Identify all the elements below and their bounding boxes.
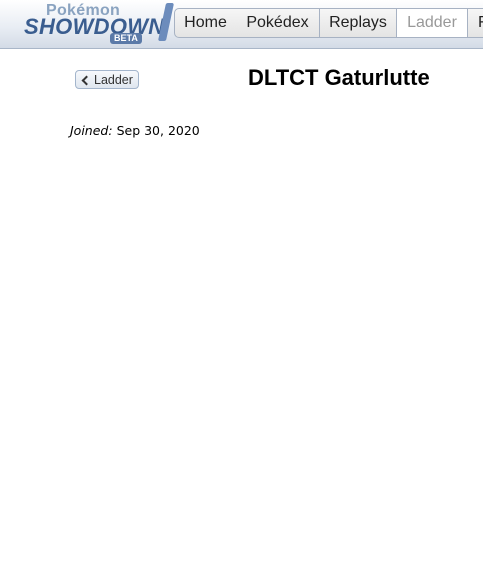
joined-label: Joined: (70, 123, 113, 138)
nav-tab-forum[interactable]: F (468, 8, 483, 38)
pokemon-showdown-logo[interactable]: Pokémon SHOWDOWN BETA (24, 2, 175, 46)
nav-tab-replays[interactable]: Replays (320, 8, 397, 38)
nav-tab-home[interactable]: Home (174, 8, 237, 38)
logo-showdown-text: SHOWDOWN (24, 14, 165, 39)
back-button-label: Ladder (94, 73, 133, 87)
page-title: DLTCT Gaturlutte (248, 65, 430, 90)
nav-tab-pokedex[interactable]: Pokédex (236, 8, 320, 38)
joined-date: Sep 30, 2020 (116, 123, 200, 138)
joined-info: Joined: Sep 30, 2020 (70, 123, 200, 138)
back-to-ladder-button[interactable]: Ladder (75, 70, 139, 89)
user-profile-page: Ladder DLTCT Gaturlutte Joined: Sep 30, … (0, 49, 483, 566)
nav-tab-ladder[interactable]: Ladder (397, 8, 468, 38)
logo-beta-badge: BETA (110, 33, 142, 44)
chevron-left-icon (81, 75, 92, 86)
site-header: Pokémon SHOWDOWN BETA Home Pokédex Repla… (0, 0, 483, 49)
